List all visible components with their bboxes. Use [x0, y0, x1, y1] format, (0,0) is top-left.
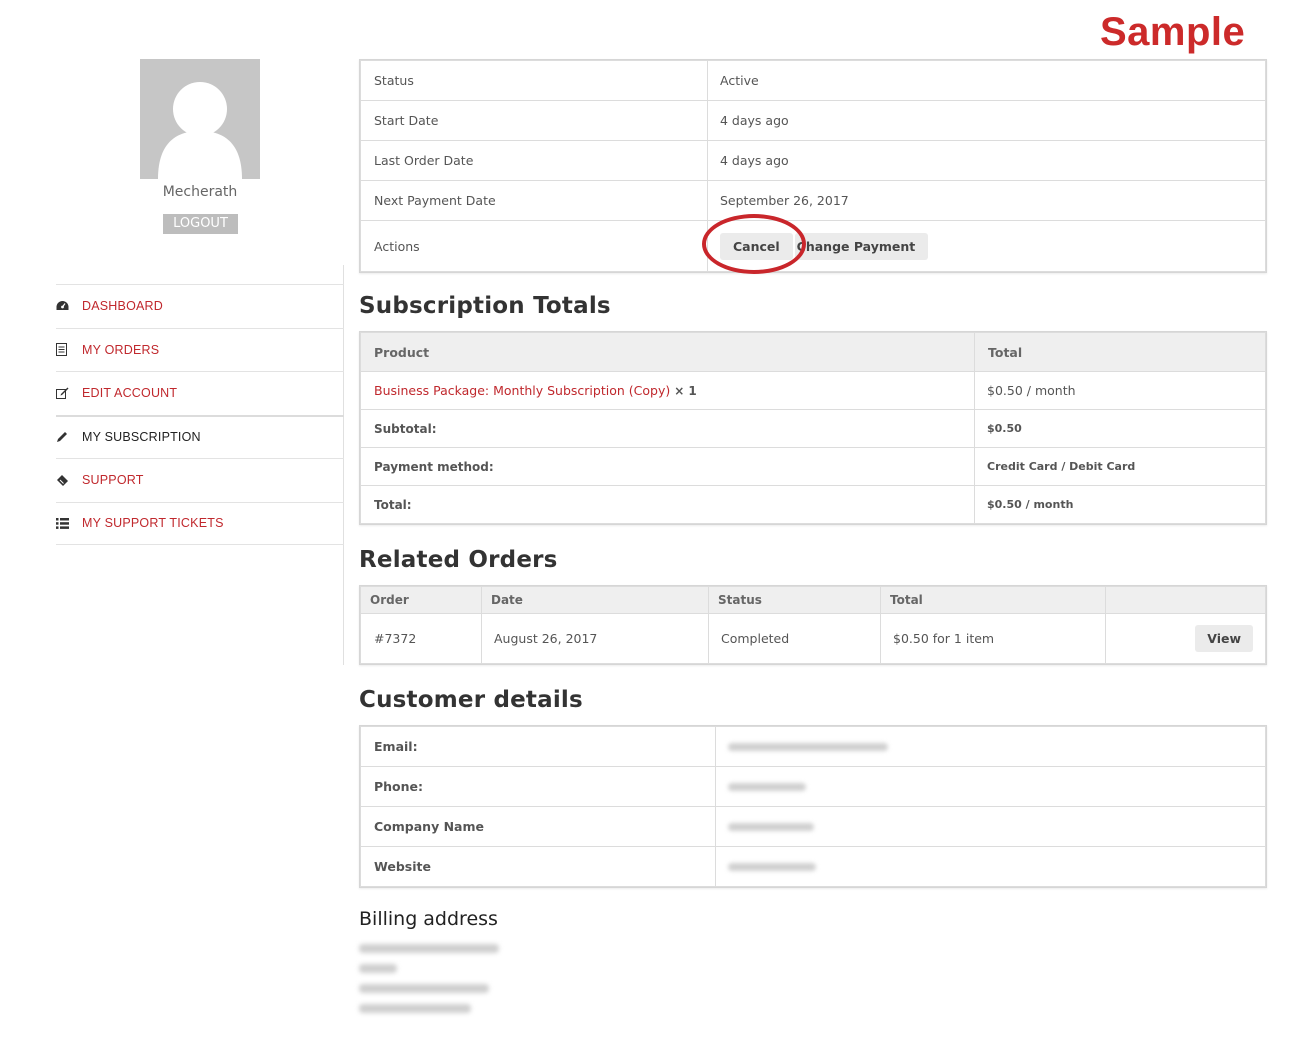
related-orders-table: Order Date Status Total #7372 August 26,… — [359, 585, 1267, 665]
subscription-totals-table: Product Total Business Package: Monthly … — [359, 331, 1267, 525]
customer-details-heading: Customer details — [359, 687, 583, 713]
next-payment-date-label: Next Payment Date — [360, 180, 708, 221]
last-order-date-value: 4 days ago — [707, 140, 1266, 181]
sidebar-item-my-subscription[interactable]: MY SUBSCRIPTION — [56, 414, 344, 459]
subscription-totals-heading: Subscription Totals — [359, 293, 611, 319]
view-order-button[interactable]: View — [1195, 625, 1253, 652]
sidebar-item-label: MY SUBSCRIPTION — [82, 430, 201, 445]
related-orders-heading: Related Orders — [359, 547, 558, 573]
table-header-row: Product Total — [360, 332, 1266, 372]
column-header-total: Total — [880, 586, 1106, 614]
order-date: August 26, 2017 — [481, 613, 709, 664]
sidebar-item-dashboard[interactable]: DASHBOARD — [56, 284, 344, 328]
next-payment-date-value: September 26, 2017 — [707, 180, 1266, 221]
start-date-label: Start Date — [360, 100, 708, 141]
sidebar-item-label: MY ORDERS — [82, 342, 160, 357]
column-header-order: Order — [360, 586, 482, 614]
product-link[interactable]: Business Package: Monthly Subscription (… — [374, 383, 670, 398]
sidebar-item-label: SUPPORT — [82, 473, 144, 488]
company-name-value-redacted — [715, 806, 1266, 847]
order-actions-cell: View — [1105, 613, 1266, 664]
table-row: Start Date 4 days ago — [360, 100, 1266, 141]
sidebar-item-label: DASHBOARD — [82, 299, 163, 314]
subtotal-value: $0.50 — [974, 409, 1266, 448]
billing-address-redacted — [359, 944, 499, 1024]
sidebar-item-label: MY SUPPORT TICKETS — [82, 516, 224, 531]
sidebar-item-my-support-tickets[interactable]: MY SUPPORT TICKETS — [56, 501, 344, 545]
table-row: Next Payment Date September 26, 2017 — [360, 180, 1266, 221]
website-value-redacted — [715, 846, 1266, 887]
phone-value-redacted — [715, 766, 1266, 807]
table-row: Payment method: Credit Card / Debit Card — [360, 447, 1266, 486]
status-label: Status — [360, 60, 708, 101]
actions-label: Actions — [360, 220, 708, 272]
last-order-date-label: Last Order Date — [360, 140, 708, 181]
sidebar-item-edit-account[interactable]: EDIT ACCOUNT — [56, 371, 344, 415]
username: Mecherath — [162, 184, 238, 200]
table-row: Status Active — [360, 60, 1266, 101]
table-row: #7372 August 26, 2017 Completed $0.50 fo… — [360, 613, 1266, 664]
table-row: Total: $0.50 / month — [360, 485, 1266, 524]
column-header-product: Product — [360, 332, 975, 372]
sidebar-item-support[interactable]: SUPPORT — [56, 458, 344, 502]
sample-watermark: Sample — [1100, 10, 1246, 54]
column-header-total: Total — [974, 332, 1266, 372]
ticket-icon — [56, 474, 82, 487]
table-row: Company Name — [360, 806, 1266, 847]
order-status: Completed — [708, 613, 881, 664]
website-label: Website — [360, 846, 716, 887]
table-row: Actions Cancel Change Payment — [360, 220, 1266, 272]
avatar — [140, 59, 260, 179]
column-header-status: Status — [708, 586, 881, 614]
change-payment-button[interactable]: Change Payment — [794, 232, 929, 260]
email-label: Email: — [360, 726, 716, 767]
payment-method-value: Credit Card / Debit Card — [974, 447, 1266, 486]
total-label: Total: — [360, 485, 975, 524]
pencil-icon — [56, 431, 82, 443]
email-value-redacted — [715, 726, 1266, 767]
product-total: $0.50 / month — [974, 371, 1266, 410]
status-value: Active — [707, 60, 1266, 101]
product-quantity: × 1 — [674, 384, 697, 398]
table-row: Website — [360, 846, 1266, 887]
company-name-label: Company Name — [360, 806, 716, 847]
table-row: Phone: — [360, 766, 1266, 807]
subscription-details-table: Status Active Start Date 4 days ago Last… — [359, 59, 1267, 273]
column-header-actions — [1105, 586, 1266, 614]
table-header-row: Order Date Status Total — [360, 586, 1266, 614]
document-icon — [56, 343, 82, 357]
start-date-value: 4 days ago — [707, 100, 1266, 141]
table-row: Business Package: Monthly Subscription (… — [360, 371, 1266, 410]
phone-label: Phone: — [360, 766, 716, 807]
table-row: Email: — [360, 726, 1266, 767]
sidebar-item-my-orders[interactable]: MY ORDERS — [56, 327, 344, 372]
subtotal-label: Subtotal: — [360, 409, 975, 448]
column-header-date: Date — [481, 586, 709, 614]
list-icon — [56, 517, 82, 529]
order-total: $0.50 for 1 item — [880, 613, 1106, 664]
dashboard-icon — [56, 300, 82, 312]
billing-address-heading: Billing address — [359, 908, 498, 930]
edit-icon — [56, 387, 82, 400]
product-cell: Business Package: Monthly Subscription (… — [360, 371, 975, 410]
sidebar-item-label: EDIT ACCOUNT — [82, 386, 178, 401]
order-number-link[interactable]: #7372 — [360, 613, 482, 664]
customer-details-table: Email: Phone: Company Name Website — [359, 725, 1267, 888]
total-value: $0.50 / month — [974, 485, 1266, 524]
payment-method-label: Payment method: — [360, 447, 975, 486]
sidebar-nav: DASHBOARD MY ORDERS EDIT ACCOUNT MY SUBS… — [56, 284, 344, 545]
table-row: Last Order Date 4 days ago — [360, 140, 1266, 181]
cancel-highlight-circle — [702, 214, 806, 274]
user-placeholder-icon — [158, 82, 242, 179]
logout-button[interactable]: LOGOUT — [163, 214, 238, 234]
table-row: Subtotal: $0.50 — [360, 409, 1266, 448]
